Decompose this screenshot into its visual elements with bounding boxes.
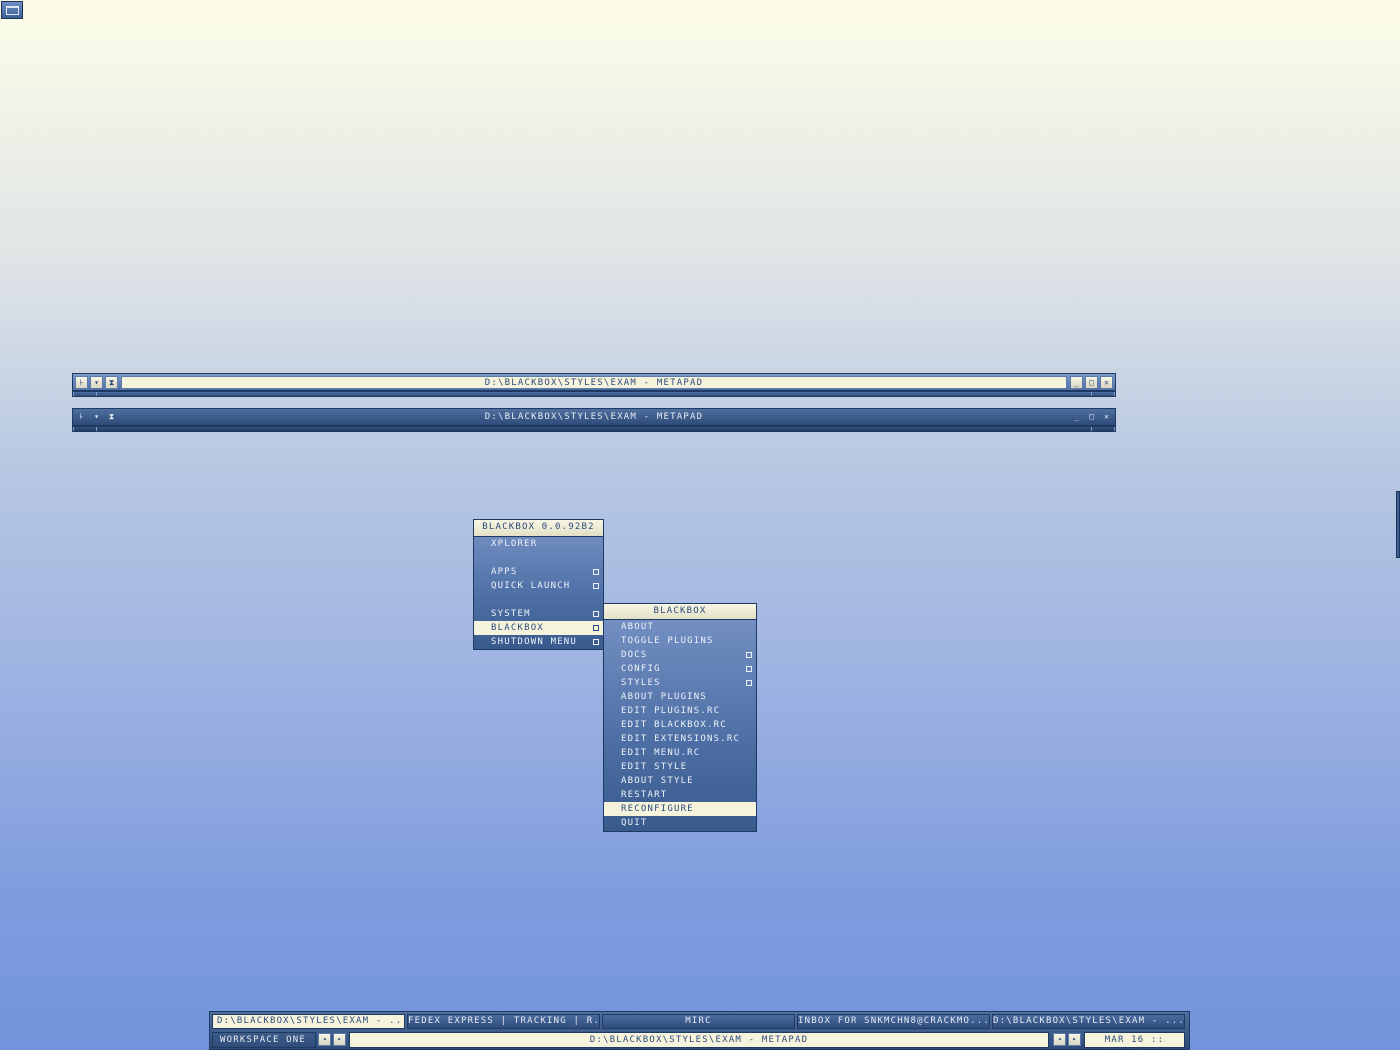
submenu-icon xyxy=(746,652,752,658)
next-window-icon[interactable]: ▸ xyxy=(1068,1033,1081,1046)
window-title: D:\BLACKBOX\STYLES\EXAM - METAPAD xyxy=(121,376,1067,389)
menu-item-label: CONFIG xyxy=(621,664,661,674)
clock[interactable]: MAR 16 :: 11:15 AM xyxy=(1084,1032,1185,1050)
window-icon xyxy=(6,6,19,15)
submenu-icon xyxy=(593,569,599,575)
maximize-icon[interactable]: □ xyxy=(1085,411,1098,424)
menu-item-system[interactable]: SYSTEM xyxy=(474,607,603,621)
menu-item-label: BLACKBOX xyxy=(491,623,544,633)
task-button[interactable]: FEDEX EXPRESS | TRACKING | R... xyxy=(407,1014,600,1029)
menu-item-apps[interactable]: APPS xyxy=(474,565,603,579)
menu-item-config[interactable]: CONFIG xyxy=(604,662,756,676)
menu-item-about[interactable]: ABOUT xyxy=(604,620,756,634)
window-handle-inactive[interactable] xyxy=(72,426,1116,432)
menu-item-reconfigure[interactable]: RECONFIGURE xyxy=(604,802,756,816)
menu-item-shutdown-menu[interactable]: SHUTDOWN MENU xyxy=(474,635,603,649)
resize-grip-left[interactable] xyxy=(73,427,97,431)
menu-item-label: ABOUT STYLE xyxy=(621,776,694,786)
menu-item-docs[interactable]: DOCS xyxy=(604,648,756,662)
menu-item-label: EDIT BLACKBOX.RC xyxy=(621,720,727,730)
resize-grip-right[interactable] xyxy=(1091,427,1115,431)
window-titlebar-active[interactable]: ⊦ ▾ ⧗ D:\BLACKBOX\STYLES\EXAM - METAPAD … xyxy=(72,373,1116,391)
menu-separator xyxy=(474,593,603,607)
minimize-icon[interactable]: _ xyxy=(1070,376,1083,389)
menu-item-label: ABOUT PLUGINS xyxy=(621,692,708,702)
menu-item-edit-menu-rc[interactable]: EDIT MENU.RC xyxy=(604,746,756,760)
submenu-icon xyxy=(746,666,752,672)
menu-item-xplorer[interactable]: XPLORER xyxy=(474,537,603,551)
menu-item-label: TOGGLE PLUGINS xyxy=(621,636,714,646)
submenu-icon xyxy=(593,583,599,589)
menu-item-about-plugins[interactable]: ABOUT PLUGINS xyxy=(604,690,756,704)
menu-separator xyxy=(474,551,603,565)
menu-item-blackbox[interactable]: BLACKBOX xyxy=(474,621,603,635)
task-button[interactable]: D:\BLACKBOX\STYLES\EXAM - ... xyxy=(212,1014,405,1029)
menu-item-label: APPS xyxy=(491,567,518,577)
close-icon[interactable]: ✕ xyxy=(1100,376,1113,389)
prev-workspace-icon[interactable]: ◂ xyxy=(318,1033,331,1046)
menu-item-quick-launch[interactable]: QUICK LAUNCH xyxy=(474,579,603,593)
shade-icon[interactable]: ⧗ xyxy=(105,376,118,389)
desktop-menu-icon[interactable] xyxy=(1,1,23,19)
task-button[interactable]: D:\BLACKBOX\STYLES\EXAM - ... xyxy=(992,1014,1185,1029)
next-workspace-icon[interactable]: ▸ xyxy=(333,1033,346,1046)
window-label: D:\BLACKBOX\STYLES\EXAM - METAPAD xyxy=(349,1032,1049,1048)
window-titlebar-inactive[interactable]: ⊦ ▾ ⧗ D:\BLACKBOX\STYLES\EXAM - METAPAD … xyxy=(72,408,1116,426)
menu-down-icon[interactable]: ▾ xyxy=(90,376,103,389)
close-icon[interactable]: ✕ xyxy=(1100,411,1113,424)
menu-item-label: EDIT MENU.RC xyxy=(621,748,701,758)
pin-icon[interactable]: ⊦ xyxy=(75,411,88,424)
window-handle-active[interactable] xyxy=(72,391,1116,397)
taskbar: D:\BLACKBOX\STYLES\EXAM - ... FEDEX EXPR… xyxy=(209,1011,1190,1050)
root-menu: BLACKBOX 0.0.92B2 XPLORER APPS QUICK LAU… xyxy=(473,519,604,650)
menu-item-quit[interactable]: QUIT xyxy=(604,816,756,830)
blackbox-submenu: BLACKBOX ABOUT TOGGLE PLUGINS DOCS CONFI… xyxy=(603,603,757,832)
submenu-icon xyxy=(593,639,599,645)
menu-item-label: RECONFIGURE xyxy=(621,804,694,814)
menu-item-about-style[interactable]: ABOUT STYLE xyxy=(604,774,756,788)
menu-item-toggle-plugins[interactable]: TOGGLE PLUGINS xyxy=(604,634,756,648)
menu-item-styles[interactable]: STYLES xyxy=(604,676,756,690)
menu-item-label: QUIT xyxy=(621,818,648,828)
pin-icon[interactable]: ⊦ xyxy=(75,376,88,389)
shade-icon[interactable]: ⧗ xyxy=(105,411,118,424)
submenu-icon xyxy=(593,611,599,617)
menu-item-label: QUICK LAUNCH xyxy=(491,581,571,591)
menu-item-label: STYLES xyxy=(621,678,661,688)
menu-item-label: ABOUT xyxy=(621,622,655,632)
menu-item-edit-blackbox-rc[interactable]: EDIT BLACKBOX.RC xyxy=(604,718,756,732)
menu-item-restart[interactable]: RESTART xyxy=(604,788,756,802)
task-button[interactable]: INBOX FOR SNKMCHN8@CRACKMO... xyxy=(797,1014,990,1029)
menu-title: BLACKBOX xyxy=(604,604,756,620)
menu-item-label: RESTART xyxy=(621,790,668,800)
submenu-icon xyxy=(593,625,599,631)
menu-item-edit-style[interactable]: EDIT STYLE xyxy=(604,760,756,774)
menu-item-label: EDIT STYLE xyxy=(621,762,688,772)
menu-item-label: SHUTDOWN MENU xyxy=(491,637,578,647)
menu-item-edit-extensions-rc[interactable]: EDIT EXTENSIONS.RC xyxy=(604,732,756,746)
task-button[interactable]: MIRC xyxy=(602,1014,795,1029)
menu-item-label: XPLORER xyxy=(491,539,538,549)
resize-grip-left[interactable] xyxy=(73,392,97,396)
workspace-label: WORKSPACE ONE xyxy=(212,1032,316,1048)
maximize-icon[interactable]: □ xyxy=(1085,376,1098,389)
menu-item-label: EDIT EXTENSIONS.RC xyxy=(621,734,741,744)
menu-title: BLACKBOX 0.0.92B2 xyxy=(474,520,603,537)
window-title: D:\BLACKBOX\STYLES\EXAM - METAPAD xyxy=(484,412,704,422)
prev-window-icon[interactable]: ◂ xyxy=(1053,1033,1066,1046)
resize-grip-right[interactable] xyxy=(1091,392,1115,396)
menu-item-edit-plugins-rc[interactable]: EDIT PLUGINS.RC xyxy=(604,704,756,718)
menu-item-label: EDIT PLUGINS.RC xyxy=(621,706,721,716)
menu-item-label: SYSTEM xyxy=(491,609,531,619)
menu-down-icon[interactable]: ▾ xyxy=(90,411,103,424)
slit-edge[interactable] xyxy=(1396,491,1400,558)
menu-item-label: DOCS xyxy=(621,650,648,660)
submenu-icon xyxy=(746,680,752,686)
minimize-icon[interactable]: _ xyxy=(1070,411,1083,424)
